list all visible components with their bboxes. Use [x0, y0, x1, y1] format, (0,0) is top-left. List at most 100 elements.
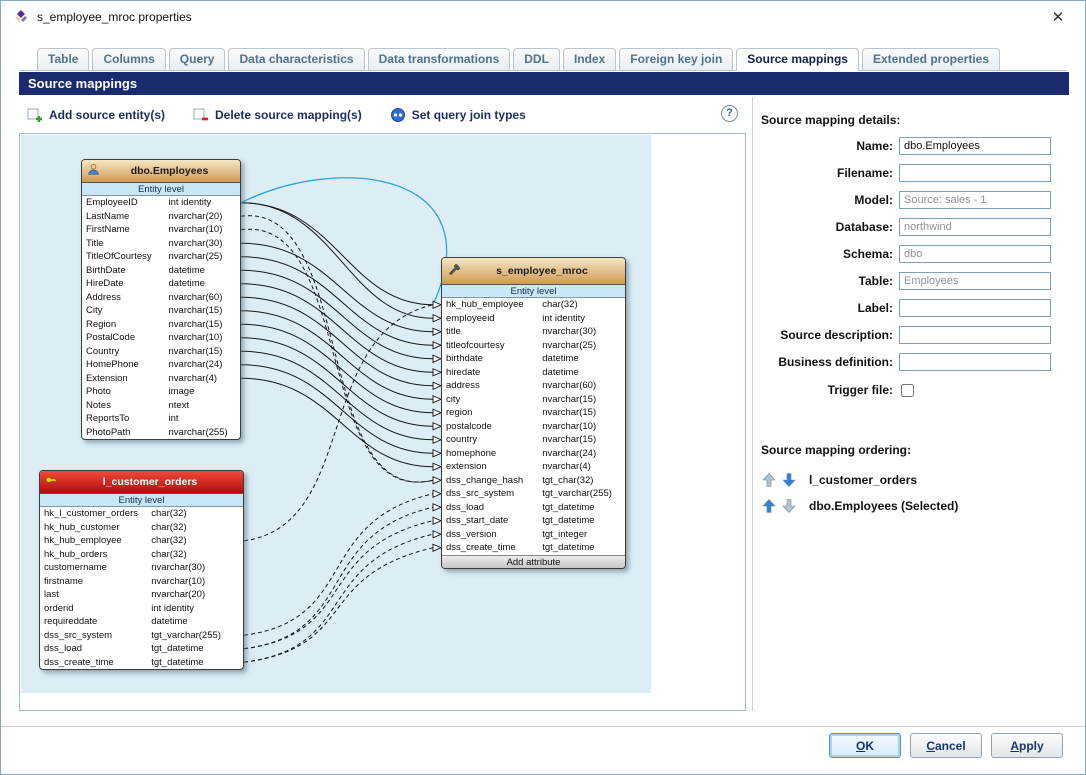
entity-row[interactable]: dss_versiontgt_integer [442, 528, 625, 542]
entity-row[interactable]: requireddatedatetime [40, 615, 243, 629]
entity-row[interactable]: HireDatedatetime [82, 277, 240, 291]
entity-header[interactable]: dbo.Employees [82, 160, 240, 183]
entity-row[interactable]: Citynvarchar(15) [82, 304, 240, 318]
entity-row[interactable]: Regionnvarchar(15) [82, 318, 240, 332]
entity-row[interactable]: addressnvarchar(60) [442, 379, 625, 393]
attribute-type: nvarchar(25) [169, 250, 237, 264]
entity-row[interactable]: homephonenvarchar(24) [442, 447, 625, 461]
tab-data-characteristics[interactable]: Data characteristics [228, 48, 364, 70]
set-query-join-types-button[interactable]: Set query join types [390, 107, 526, 123]
entity-row[interactable]: postalcodenvarchar(10) [442, 420, 625, 434]
attribute-type: nvarchar(10) [169, 331, 237, 345]
attribute-type: tgt_integer [542, 528, 621, 542]
tab-index[interactable]: Index [563, 48, 616, 70]
field-input-name[interactable] [899, 137, 1051, 155]
tab-query[interactable]: Query [169, 48, 226, 70]
tab-ddl[interactable]: DDL [513, 48, 560, 70]
entity-s-employee-mroc[interactable]: s_employee_mroc Entity level hk_hub_empl… [441, 257, 626, 569]
entity-row[interactable]: FirstNamenvarchar(10) [82, 223, 240, 237]
entity-row[interactable]: ReportsToint [82, 412, 240, 426]
entity-row[interactable]: birthdatedatetime [442, 352, 625, 366]
entity-row[interactable]: PhotoPathnvarchar(255) [82, 426, 240, 440]
entity-row[interactable]: hk_l_customer_orderschar(32) [40, 507, 243, 521]
down-arrow-icon[interactable] [781, 472, 797, 488]
entity-row[interactable]: TitleOfCourtesynvarchar(25) [82, 250, 240, 264]
tab-data-transformations[interactable]: Data transformations [368, 48, 511, 70]
entity-row[interactable]: Countrynvarchar(15) [82, 345, 240, 359]
tab-extended-properties[interactable]: Extended properties [862, 48, 1000, 70]
entity-row[interactable]: LastNamenvarchar(20) [82, 210, 240, 224]
trigger-file-checkbox[interactable] [901, 384, 914, 397]
entity-row[interactable]: orderidint identity [40, 602, 243, 616]
tab-columns[interactable]: Columns [92, 48, 165, 70]
field-input-schema[interactable] [899, 245, 1051, 263]
add-entity-label: Add source entity(s) [49, 108, 165, 122]
entity-l-customer-orders[interactable]: l_customer_orders Entity level hk_l_cust… [39, 470, 244, 670]
entity-row[interactable]: dss_src_systemtgt_varchar(255) [40, 629, 243, 643]
attribute-name: dss_src_system [44, 629, 151, 643]
entity-row[interactable]: dss_loadtgt_datetime [442, 501, 625, 515]
ok-button[interactable]: OK [829, 733, 901, 758]
field-input-database[interactable] [899, 218, 1051, 236]
entity-row[interactable]: citynvarchar(15) [442, 393, 625, 407]
entity-row[interactable]: Photoimage [82, 385, 240, 399]
tab-foreign-key-join[interactable]: Foreign key join [619, 48, 733, 70]
entity-row[interactable]: dss_start_datetgt_datetime [442, 514, 625, 528]
entity-row[interactable]: EmployeeIDint identity [82, 196, 240, 210]
entity-row[interactable]: extensionnvarchar(4) [442, 460, 625, 474]
entity-row[interactable]: dss_src_systemtgt_varchar(255) [442, 487, 625, 501]
attribute-type: nvarchar(20) [151, 588, 239, 602]
field-input-label[interactable] [899, 299, 1051, 317]
field-input-businessdefinition[interactable] [899, 353, 1051, 371]
entity-row[interactable]: Extensionnvarchar(4) [82, 372, 240, 386]
entity-row[interactable]: hiredatedatetime [442, 366, 625, 380]
entity-row[interactable]: titleofcourtesynvarchar(25) [442, 339, 625, 353]
entity-row[interactable]: BirthDatedatetime [82, 264, 240, 278]
cancel-button[interactable]: Cancel [910, 733, 982, 758]
attribute-name: birthdate [446, 352, 542, 366]
delete-source-mapping-button[interactable]: Delete source mapping(s) [193, 107, 362, 123]
entity-row[interactable]: firstnamenvarchar(10) [40, 575, 243, 589]
attribute-type: nvarchar(15) [169, 318, 237, 332]
field-input-model[interactable] [899, 191, 1051, 209]
attribute-type: nvarchar(15) [169, 345, 237, 359]
attribute-name: hk_hub_employee [44, 534, 151, 548]
add-source-entity-button[interactable]: Add source entity(s) [27, 107, 165, 123]
entity-row[interactable]: regionnvarchar(15) [442, 406, 625, 420]
field-input-sourcedescription[interactable] [899, 326, 1051, 344]
entity-row[interactable]: Notesntext [82, 399, 240, 413]
up-arrow-icon[interactable] [761, 498, 777, 514]
tab-table[interactable]: Table [37, 48, 89, 70]
entity-row[interactable]: countrynvarchar(15) [442, 433, 625, 447]
close-button[interactable]: ✕ [1043, 8, 1073, 26]
entity-row[interactable]: dss_loadtgt_datetime [40, 642, 243, 656]
tab-source-mappings[interactable]: Source mappings [736, 48, 859, 71]
field-input-filename[interactable] [899, 164, 1051, 182]
entity-dbo-employees[interactable]: dbo.Employees Entity level EmployeeIDint… [81, 159, 241, 440]
mapping-canvas[interactable]: dbo.Employees Entity level EmployeeIDint… [21, 135, 651, 693]
entity-row[interactable]: PostalCodenvarchar(10) [82, 331, 240, 345]
entity-row[interactable]: employeeidint identity [442, 312, 625, 326]
entity-header[interactable]: l_customer_orders [40, 471, 243, 494]
entity-row[interactable]: hk_hub_employeechar(32) [40, 534, 243, 548]
entity-header[interactable]: s_employee_mroc [442, 258, 625, 285]
entity-row[interactable]: dss_change_hashtgt_char(32) [442, 474, 625, 488]
entity-row[interactable]: Titlenvarchar(30) [82, 237, 240, 251]
entity-row[interactable]: hk_hub_customerchar(32) [40, 521, 243, 535]
entity-row[interactable]: Addressnvarchar(60) [82, 291, 240, 305]
entity-row[interactable]: hk_hub_orderschar(32) [40, 548, 243, 562]
field-input-table[interactable] [899, 272, 1051, 290]
help-icon[interactable]: ? [721, 105, 738, 122]
add-attribute-button[interactable]: Add attribute [442, 555, 625, 568]
entity-row[interactable]: HomePhonenvarchar(24) [82, 358, 240, 372]
apply-button[interactable]: Apply [991, 733, 1063, 758]
entity-row[interactable]: titlenvarchar(30) [442, 325, 625, 339]
entity-row[interactable]: lastnvarchar(20) [40, 588, 243, 602]
down-arrow-icon[interactable] [781, 498, 797, 514]
entity-level-label: Entity level [40, 494, 243, 507]
entity-row[interactable]: hk_hub_employeechar(32) [442, 298, 625, 312]
entity-row[interactable]: dss_create_timetgt_datetime [442, 541, 625, 555]
up-arrow-icon[interactable] [761, 472, 777, 488]
entity-row[interactable]: customernamenvarchar(30) [40, 561, 243, 575]
entity-row[interactable]: dss_create_timetgt_datetime [40, 656, 243, 670]
